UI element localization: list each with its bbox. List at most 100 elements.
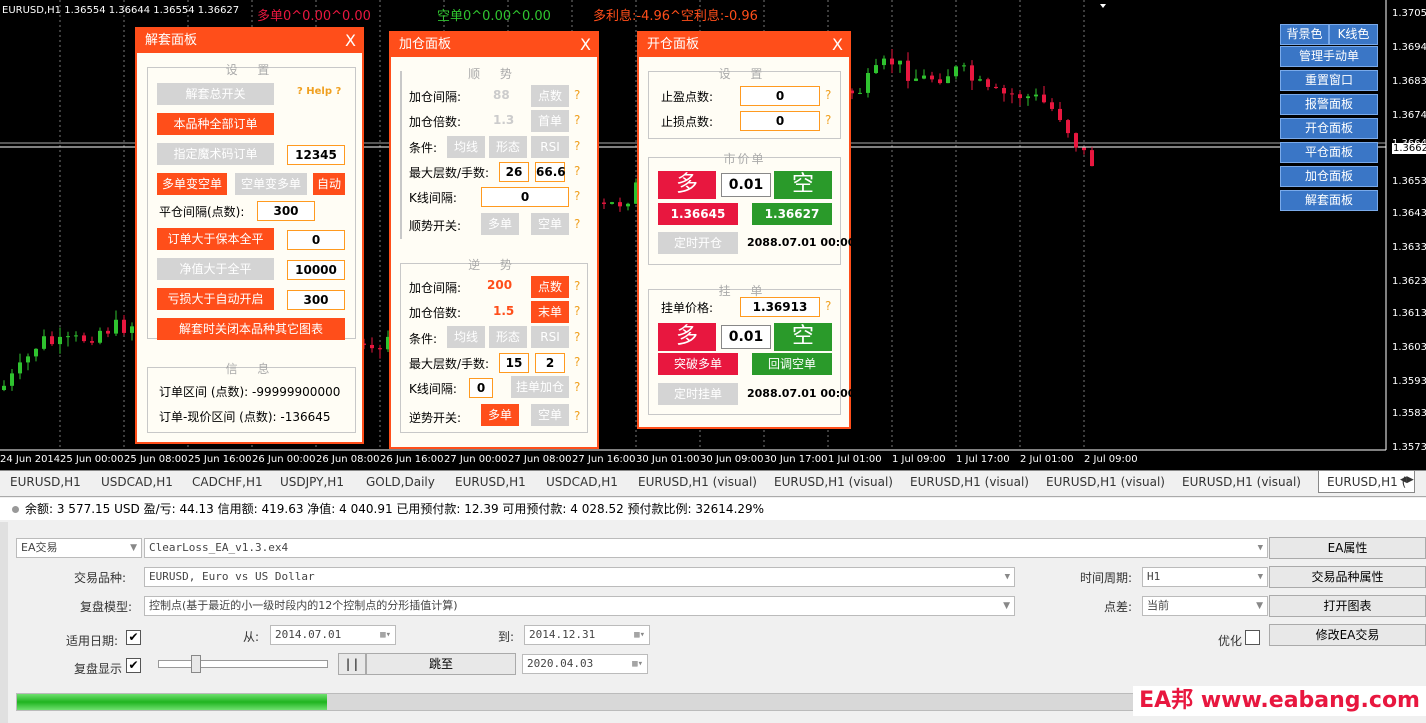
chart-tab[interactable]: EURUSD,H1 (visual) — [1182, 475, 1301, 489]
trend-sell-button[interactable]: 空单 — [531, 213, 569, 235]
k-color-button[interactable]: K线色 — [1329, 24, 1378, 45]
pullback-sell-button[interactable]: 回调空单 — [752, 353, 832, 375]
modify-ea-button[interactable]: 修改EA交易 — [1269, 624, 1426, 646]
from-date-input[interactable]: 2014.07.01 ▦▾ — [270, 625, 396, 645]
trend-mult-value[interactable]: 1.3 — [493, 113, 514, 127]
pending-sell-button[interactable]: 空 — [774, 323, 832, 351]
buy-price[interactable]: 1.36645 — [658, 203, 738, 225]
master-switch-button[interactable]: 解套总开关 — [157, 83, 274, 105]
trend-first-order-button[interactable]: 首单 — [531, 110, 569, 132]
trend-buy-button[interactable]: 多单 — [481, 213, 519, 235]
visual-checkbox[interactable]: ✔ — [126, 658, 141, 673]
alert-panel-button[interactable]: 报警面板 — [1280, 94, 1378, 115]
counter-mult-value[interactable]: 1.5 — [493, 304, 514, 318]
counter-max-layers-input[interactable]: 15 — [499, 353, 529, 373]
open-panel-button[interactable]: 开仓面板 — [1280, 118, 1378, 139]
breakout-buy-button[interactable]: 突破多单 — [658, 353, 738, 375]
jump-button[interactable]: 跳至 — [366, 653, 516, 675]
trend-max-layers-input[interactable]: 26 — [499, 162, 529, 182]
magic-input[interactable]: 12345 — [287, 145, 345, 165]
close-icon[interactable]: X — [832, 33, 843, 57]
symbol-select[interactable]: EURUSD, Euro vs US Dollar ▼ — [144, 567, 1015, 587]
timed-open-button[interactable]: 定时开仓 — [658, 232, 738, 254]
auto-button[interactable]: 自动 — [313, 173, 345, 195]
ea-properties-button[interactable]: EA属性 — [1269, 537, 1426, 559]
market-lot-input[interactable]: 0.01 — [721, 173, 771, 197]
speed-slider-handle[interactable] — [191, 655, 201, 673]
ea-file-select[interactable]: ClearLoss_EA_v1.3.ex4 ▼ — [144, 538, 1268, 558]
help-icon[interactable]: ? — [574, 164, 580, 178]
timed-open-value[interactable]: 2088.07.01 00:00 — [747, 236, 855, 249]
help-icon[interactable]: ? — [825, 88, 831, 102]
chart-tab[interactable]: USDCAD,H1 — [101, 475, 173, 489]
help-icon[interactable]: ? — [574, 330, 580, 344]
trend-rsi-button[interactable]: RSI — [531, 136, 569, 158]
help-icon[interactable]: ? — [574, 139, 580, 153]
trend-pattern-button[interactable]: 形态 — [489, 136, 527, 158]
trend-max-lots-input[interactable]: 66.6 — [535, 162, 566, 182]
trend-k-input[interactable]: 0 — [481, 187, 569, 207]
help-icon[interactable]: ? — [574, 113, 580, 127]
to-date-input[interactable]: 2014.12.31 ▦▾ — [524, 625, 650, 645]
add-panel-titlebar[interactable]: 加仓面板 X — [391, 33, 597, 57]
chart-tab[interactable]: EURUSD,H1 (visual) — [774, 475, 893, 489]
price-chart[interactable]: EURUSD,H1 1.36554 1.36644 1.36554 1.3662… — [0, 0, 1426, 470]
market-buy-button[interactable]: 多 — [658, 171, 716, 199]
help-icon[interactable]: ? — [574, 279, 580, 293]
tp-input[interactable]: 0 — [740, 86, 820, 106]
close-icon[interactable]: X — [580, 33, 591, 57]
counter-pending-add-button[interactable]: 挂单加仓 — [511, 376, 569, 398]
help-icon[interactable]: ? — [574, 355, 580, 369]
symbol-properties-button[interactable]: 交易品种属性 — [1269, 566, 1426, 588]
above-breakeven-input[interactable]: 0 — [287, 230, 345, 250]
unwind-panel-button[interactable]: 解套面板 — [1280, 190, 1378, 211]
counter-interval-points-button[interactable]: 点数 — [531, 276, 569, 298]
all-orders-button[interactable]: 本品种全部订单 — [157, 113, 274, 135]
chart-tab[interactable]: EURUSD,H1 (visual) — [910, 475, 1029, 489]
open-chart-button[interactable]: 打开图表 — [1269, 595, 1426, 617]
reset-window-button[interactable]: 重置窗口 — [1280, 70, 1378, 91]
close-others-button[interactable]: 解套时关闭本品种其它图表 — [157, 318, 345, 340]
unwind-panel-titlebar[interactable]: 解套面板 X — [137, 29, 362, 53]
pending-price-input[interactable]: 1.36913 — [740, 297, 820, 317]
bg-color-button[interactable]: 背景色 — [1280, 24, 1329, 45]
counter-rsi-button[interactable]: RSI — [531, 326, 569, 348]
counter-buy-button[interactable]: 多单 — [481, 404, 519, 426]
trend-ma-button[interactable]: 均线 — [447, 136, 485, 158]
close-icon[interactable]: X — [345, 29, 356, 53]
chart-tab[interactable]: USDJPY,H1 — [280, 475, 344, 489]
chart-tab[interactable]: GOLD,Daily — [366, 475, 435, 489]
model-select[interactable]: 控制点(基于最近的小一级时段内的12个控制点的分形插值计算) ▼ — [144, 596, 1015, 616]
use-date-checkbox[interactable]: ✔ — [126, 630, 141, 645]
help-icon[interactable]: ? — [825, 299, 831, 313]
trend-interval-points-button[interactable]: 点数 — [531, 85, 569, 107]
sell-price[interactable]: 1.36627 — [752, 203, 832, 225]
tab-scroll-icon[interactable]: ◀▶ — [1400, 475, 1414, 485]
chart-tab[interactable]: EURUSD,H1 — [10, 475, 81, 489]
help-icon[interactable]: ? — [574, 409, 580, 423]
pending-buy-button[interactable]: 多 — [658, 323, 716, 351]
pending-lot-input[interactable]: 0.01 — [721, 325, 771, 349]
close-panel-button[interactable]: 平仓面板 — [1280, 142, 1378, 163]
spread-select[interactable]: 当前 ▼ — [1142, 596, 1268, 616]
tester-type-select[interactable]: EA交易 ▼ — [16, 538, 142, 558]
magic-orders-button[interactable]: 指定魔术码订单 — [157, 143, 274, 165]
timed-pending-button[interactable]: 定时挂单 — [658, 383, 738, 405]
speed-slider[interactable] — [158, 660, 328, 668]
counter-last-order-button[interactable]: 末单 — [531, 301, 569, 323]
help-icon[interactable]: ? — [574, 189, 580, 203]
counter-sell-button[interactable]: 空单 — [531, 404, 569, 426]
close-interval-input[interactable]: 300 — [257, 201, 315, 221]
add-panel-button[interactable]: 加仓面板 — [1280, 166, 1378, 187]
manage-manual-button[interactable]: 管理手动单 — [1280, 46, 1378, 67]
above-breakeven-button[interactable]: 订单大于保本全平 — [157, 228, 274, 250]
jump-date-input[interactable]: 2020.04.03 ▦▾ — [522, 654, 648, 674]
help-icon[interactable]: ? — [825, 113, 831, 127]
help-icon[interactable]: ? — [574, 304, 580, 318]
loss-input[interactable]: 300 — [287, 290, 345, 310]
sell-to-buy-button[interactable]: 空单变多单 — [235, 173, 307, 195]
counter-max-lots-input[interactable]: 2 — [535, 353, 565, 373]
market-sell-button[interactable]: 空 — [774, 171, 832, 199]
buy-to-sell-button[interactable]: 多单变空单 — [157, 173, 227, 195]
equity-close-button[interactable]: 净值大于全平 — [157, 258, 274, 280]
